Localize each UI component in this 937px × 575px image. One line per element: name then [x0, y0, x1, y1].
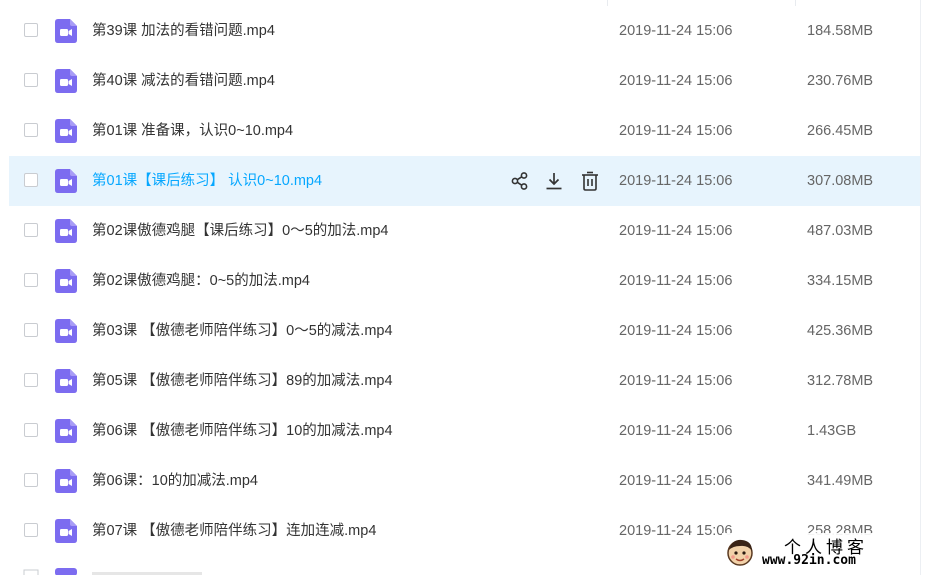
video-file-icon: [55, 69, 77, 93]
video-file-icon: [55, 219, 77, 243]
video-file-icon: [55, 469, 77, 493]
video-file-icon: [55, 119, 77, 143]
file-modified-date: 2019-11-24 15:06: [619, 123, 733, 139]
row-checkbox[interactable]: [24, 423, 38, 437]
file-row[interactable]: 第06课：10的加减法.mp4 2019-11-24 15:06 341.49MB: [9, 456, 920, 506]
video-file-icon: [55, 269, 77, 293]
file-name[interactable]: 第39课 加法的看错问题.mp4: [92, 22, 275, 40]
row-checkbox[interactable]: [24, 373, 38, 387]
file-size: 184.58MB: [807, 23, 874, 39]
file-name[interactable]: 第01课 准备课，认识0~10.mp4: [92, 122, 293, 140]
file-size: 307.08MB: [807, 173, 874, 189]
file-modified-date: 2019-11-24 15:06: [619, 273, 733, 289]
delete-icon[interactable]: [579, 170, 601, 192]
file-size: 266.45MB: [807, 123, 874, 139]
file-name[interactable]: 第05课 【傲德老师陪伴练习】89的加减法.mp4: [92, 372, 393, 390]
file-size: 1.43GB: [807, 423, 857, 439]
row-checkbox[interactable]: [24, 273, 38, 287]
file-size: 334.15MB: [807, 273, 874, 289]
file-modified-date: 2019-11-24 15:06: [619, 173, 733, 189]
file-size: 341.49MB: [807, 473, 874, 489]
file-list: 第39课 加法的看错问题.mp4 2019-11-24 15:06 184.58MB…: [9, 6, 920, 556]
file-row[interactable]: 第39课 加法的看错问题.mp4 2019-11-24 15:06 184.58MB: [9, 6, 920, 56]
panel-border: [920, 0, 921, 575]
file-row[interactable]: 第02课傲德鸡腿【课后练习】0～5的加法.mp4 2019-11-24 15:06…: [9, 206, 920, 256]
file-modified-date: 2019-11-24 15:06: [619, 323, 733, 339]
file-name[interactable]: 第03课 【傲德老师陪伴练习】0～5的减法.mp4: [92, 322, 393, 340]
file-modified-date: 2019-11-24 15:06: [619, 473, 733, 489]
share-icon[interactable]: [509, 170, 531, 192]
row-checkbox[interactable]: [24, 73, 38, 87]
row-checkbox[interactable]: [24, 323, 38, 337]
video-file-icon: [55, 519, 77, 543]
file-name[interactable]: 第06课 【傲德老师陪伴练习】10的加减法.mp4: [92, 422, 393, 440]
partial-next-row: [9, 556, 709, 575]
file-name[interactable]: 第02课傲德鸡腿：0~5的加法.mp4: [92, 272, 310, 290]
row-checkbox[interactable]: [24, 123, 38, 137]
video-file-icon: [55, 369, 77, 393]
file-name[interactable]: 第07课 【傲德老师陪伴练习】连加连减.mp4: [92, 522, 376, 540]
file-name[interactable]: 第40课 减法的看错问题.mp4: [92, 72, 275, 90]
video-file-icon: [55, 419, 77, 443]
file-row[interactable]: 第03课 【傲德老师陪伴练习】0～5的减法.mp4 2019-11-24 15:0…: [9, 306, 920, 356]
file-row[interactable]: 第06课 【傲德老师陪伴练习】10的加减法.mp4 2019-11-24 15:0…: [9, 406, 920, 456]
file-modified-date: 2019-11-24 15:06: [619, 423, 733, 439]
row-checkbox[interactable]: [24, 23, 38, 37]
file-modified-date: 2019-11-24 15:06: [619, 223, 733, 239]
file-row[interactable]: 第01课【课后练习】 认识0~10.mp4 2019-11-24 15:06 307…: [9, 156, 920, 206]
file-size: 425.36MB: [807, 323, 874, 339]
row-checkbox[interactable]: [24, 223, 38, 237]
file-name[interactable]: 第06课：10的加减法.mp4: [92, 472, 258, 490]
file-size: 487.03MB: [807, 223, 874, 239]
file-name[interactable]: 第02课傲德鸡腿【课后练习】0～5的加法.mp4: [92, 222, 389, 240]
video-file-icon: [55, 319, 77, 343]
file-name[interactable]: 第01课【课后练习】 认识0~10.mp4: [92, 172, 322, 190]
file-list-window: 第39课 加法的看错问题.mp4 2019-11-24 15:06 184.58MB…: [0, 0, 937, 575]
watermark: 个人博客 www.92in.com: [722, 533, 917, 571]
file-row[interactable]: 第01课 准备课，认识0~10.mp4 2019-11-24 15:06 266.4…: [9, 106, 920, 156]
file-size: 230.76MB: [807, 73, 874, 89]
file-row[interactable]: 第40课 减法的看错问题.mp4 2019-11-24 15:06 230.76MB: [9, 56, 920, 106]
row-checkbox[interactable]: [24, 523, 38, 537]
watermark-logo-icon: [727, 539, 753, 566]
video-file-icon: [55, 19, 77, 43]
file-row[interactable]: 第02课傲德鸡腿：0~5的加法.mp4 2019-11-24 15:06 334.1…: [9, 256, 920, 306]
video-file-icon: [55, 169, 77, 193]
download-icon[interactable]: [543, 170, 565, 192]
file-modified-date: 2019-11-24 15:06: [619, 73, 733, 89]
file-modified-date: 2019-11-24 15:06: [619, 23, 733, 39]
file-size: 312.78MB: [807, 373, 874, 389]
row-checkbox[interactable]: [24, 173, 38, 187]
watermark-url: www.92in.com: [762, 553, 856, 568]
file-row[interactable]: 第05课 【傲德老师陪伴练习】89的加减法.mp4 2019-11-24 15:0…: [9, 356, 920, 406]
file-modified-date: 2019-11-24 15:06: [619, 523, 733, 539]
row-checkbox[interactable]: [24, 473, 38, 487]
file-modified-date: 2019-11-24 15:06: [619, 373, 733, 389]
